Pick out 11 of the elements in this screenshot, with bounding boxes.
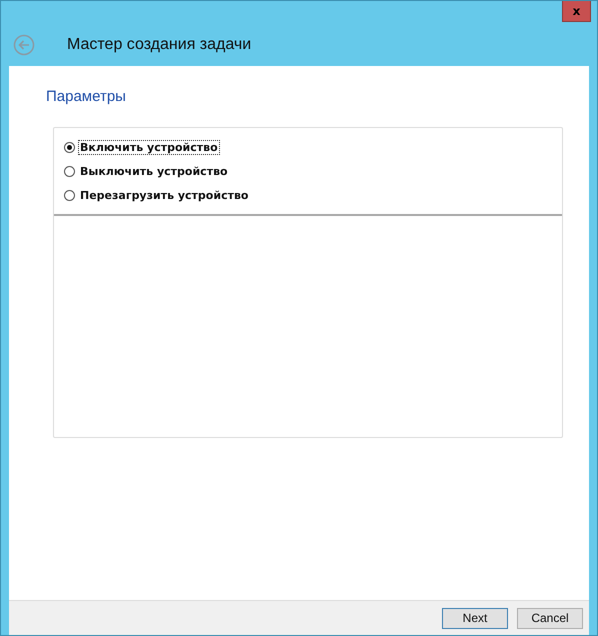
option-label[interactable]: Перезагрузить устройство [78, 188, 250, 203]
dialog-button[interactable]: Next [442, 608, 508, 628]
close-button[interactable]: x [562, 1, 591, 22]
radio-button[interactable] [64, 142, 75, 153]
page-title: Параметры [46, 88, 127, 105]
option-label[interactable]: Включить устройство [78, 140, 220, 155]
dialog-button[interactable]: Cancel [517, 608, 583, 628]
radio-button[interactable] [64, 166, 75, 177]
radio-button[interactable] [64, 190, 75, 201]
option-label[interactable]: Выключить устройство [78, 164, 230, 179]
window-title: Мастер создания задачи [67, 36, 252, 54]
